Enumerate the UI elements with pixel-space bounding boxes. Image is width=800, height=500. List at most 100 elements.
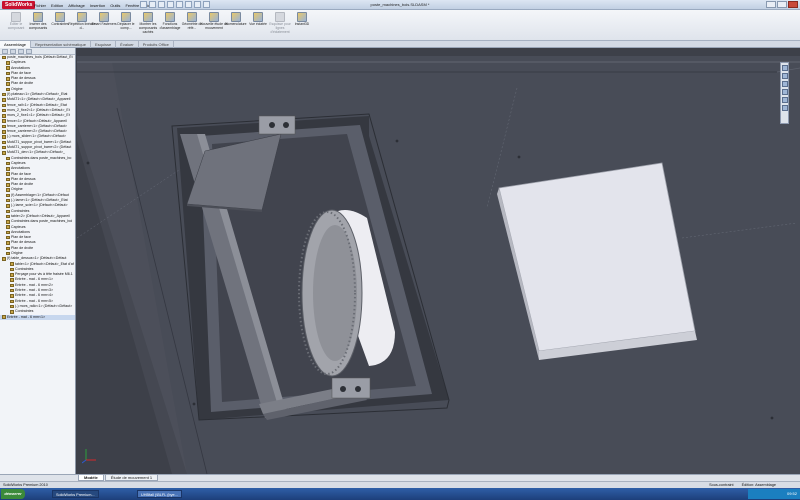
- ribbon-button-label: Éditer le composant: [7, 22, 25, 30]
- tree-item-icon: [2, 151, 6, 155]
- tree-item-icon: [10, 304, 14, 309]
- tree-item-icon: [6, 156, 10, 161]
- tree-item-icon: [6, 204, 10, 208]
- tree-item-icon: [6, 214, 10, 219]
- bottom-tabs: Modèle Étude de mouvement 1: [0, 474, 800, 481]
- ribbon-button-icon: [55, 12, 65, 22]
- tree-item-icon: [2, 108, 6, 113]
- appearances-icon[interactable]: [781, 97, 788, 103]
- tree-item[interactable]: Entrée - mat - 6 mm<1>: [0, 314, 75, 320]
- view-palette-icon[interactable]: [781, 89, 788, 95]
- ribbon-button-label: Vue éclatée: [249, 22, 267, 26]
- clock: 09:52: [786, 491, 797, 496]
- system-tray: 09:52: [748, 489, 800, 499]
- ribbon-button-icon: [165, 12, 175, 22]
- design-library-icon[interactable]: [781, 73, 788, 79]
- tree-item-icon: [6, 209, 10, 213]
- tree-item-icon: [6, 251, 10, 256]
- resources-icon[interactable]: [781, 65, 788, 71]
- ribbon-button-icon: [275, 12, 285, 22]
- tree-item-icon: [10, 283, 14, 288]
- ribbon-button-icon: [231, 12, 241, 22]
- document-title: poste_machines_bois.SLDASM *: [370, 2, 430, 7]
- tree-item-icon: [6, 77, 10, 81]
- clamp-block-bottom: [331, 377, 371, 399]
- tree-item-icon: [6, 193, 10, 198]
- tree-item-icon: [2, 55, 6, 60]
- tree-item-icon: [2, 135, 6, 139]
- tree-item-icon: [2, 130, 6, 134]
- ribbon-button-icon: [143, 12, 153, 22]
- tree-item-icon: [6, 188, 10, 192]
- heads-up-view-toolbar: [780, 62, 789, 124]
- feature-tree-tab-icon[interactable]: [2, 49, 8, 54]
- tree-item-icon: [6, 246, 10, 251]
- display-manager-tab-icon[interactable]: [26, 49, 32, 54]
- tree-item-icon: [6, 71, 10, 76]
- command-manager-tabs: Assemblage Représentation schématique Esqu…: [0, 41, 800, 48]
- tree-item-icon: [2, 114, 6, 118]
- tree-item-icon: [6, 220, 10, 224]
- maximize-button[interactable]: [777, 1, 787, 8]
- minimize-button[interactable]: [766, 1, 776, 8]
- ribbon-button-icon: [187, 12, 197, 22]
- tree-item-icon: [6, 225, 10, 229]
- tree-item-icon: [2, 119, 6, 123]
- tree-item-icon: [6, 61, 10, 65]
- tree-item-icon: [6, 241, 10, 245]
- ribbon-button[interactable]: Instant3D: [288, 12, 316, 39]
- hole-marker: [192, 402, 196, 406]
- title-bar: SolidWorks Fichier Edition Affichage Insert…: [0, 0, 800, 10]
- taskbar: démarrer SolidWorks Premium... UHBfall (\…: [0, 488, 800, 500]
- tree-item-icon: [6, 177, 10, 182]
- tree-item-icon: [10, 310, 14, 314]
- start-button[interactable]: démarrer: [1, 489, 25, 499]
- ribbon-button-label: Contraintes: [51, 22, 69, 26]
- tree-item-icon: [10, 267, 14, 272]
- ribbon-button-icon: [11, 12, 21, 22]
- ribbon-button-label: Insérer des composants: [28, 22, 48, 30]
- tree-item-icon: [6, 198, 10, 203]
- tree-item-icon: [6, 172, 10, 176]
- feature-manager-panel: poste_machines_bois (Défaut<Défaut_Ét Cap…: [0, 48, 76, 474]
- tree-item-icon: [2, 145, 6, 150]
- command-tab[interactable]: Esquisse: [91, 41, 117, 48]
- reference-triad-icon: [82, 449, 96, 464]
- status-bar: SolidWorks Premium 2010 Sous-contraint Éd…: [0, 481, 800, 488]
- command-tab[interactable]: Produits Office: [139, 41, 174, 48]
- ribbon-button-icon: [121, 12, 131, 22]
- feature-tree: poste_machines_bois (Défaut<Défaut_Ét Cap…: [0, 55, 75, 320]
- file-explorer-icon[interactable]: [781, 81, 788, 87]
- graphics-viewport[interactable]: [77, 48, 800, 474]
- property-manager-tab-icon[interactable]: [10, 49, 16, 54]
- tree-item-icon: [10, 262, 14, 266]
- taskbar-item[interactable]: SolidWorks Premium...: [52, 490, 99, 498]
- command-tab[interactable]: Représentation schématique: [31, 41, 91, 48]
- ribbon-button-icon: [77, 12, 87, 22]
- tree-item-icon: [6, 230, 10, 235]
- tree-item-icon: [2, 124, 6, 129]
- tree-item-icon: [6, 235, 10, 240]
- tree-item-icon: [10, 273, 14, 277]
- tree-item-icon: [10, 288, 14, 293]
- clamp-block-top: [258, 115, 296, 135]
- ribbon-button-icon: [253, 12, 263, 22]
- tree-item-icon: [6, 87, 10, 92]
- tree-item-icon: [2, 92, 6, 97]
- configuration-tab-icon[interactable]: [18, 49, 24, 54]
- hole-marker: [395, 139, 399, 143]
- ribbon-button-icon: [297, 12, 307, 22]
- tree-item-label: Entrée - mat - 6 mm<1>: [7, 314, 46, 319]
- panel-tabs: [0, 48, 75, 55]
- command-tab[interactable]: Évaluer: [116, 41, 139, 48]
- window-controls: [766, 1, 798, 8]
- command-manager-ribbon: Éditer le composant Insérer des composant…: [0, 10, 800, 41]
- command-tab[interactable]: Assemblage: [0, 41, 32, 48]
- custom-properties-icon[interactable]: [781, 105, 788, 111]
- tree-item-icon: [10, 294, 14, 298]
- close-button[interactable]: [788, 1, 798, 8]
- taskbar-item[interactable]: UHBfall (\BLFL (bye...: [137, 490, 182, 498]
- ribbon-button-icon: [99, 12, 109, 22]
- ribbon-button-label: Instant3D: [294, 22, 310, 26]
- hole-marker: [770, 416, 774, 420]
